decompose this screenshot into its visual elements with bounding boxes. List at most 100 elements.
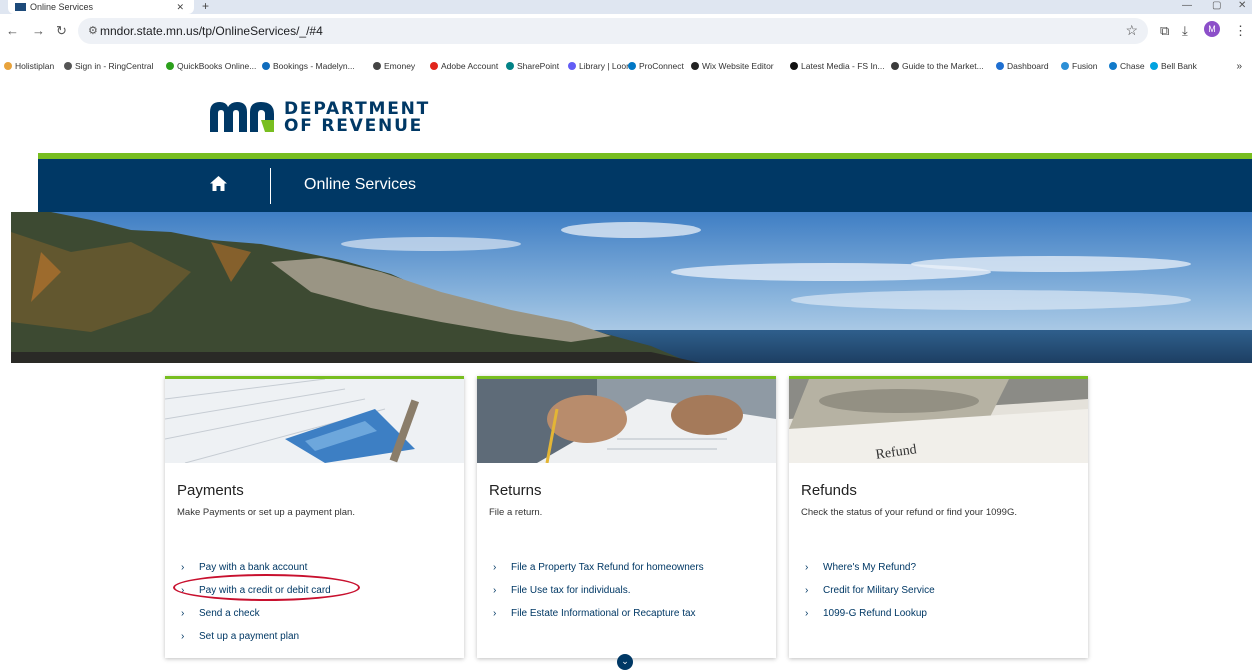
card-returns: Returns File a return. › File a Property … [477, 376, 776, 658]
bookmark-item[interactable]: Sign in - RingCentral [64, 61, 153, 71]
bookmark-favicon-icon [1061, 62, 1069, 70]
site-favicon-icon [15, 3, 26, 11]
bookmark-item[interactable]: Adobe Account [430, 61, 498, 71]
site-nav-bar: Online Services [38, 159, 1252, 212]
bookmark-favicon-icon [628, 62, 636, 70]
bookmarks-overflow-button[interactable]: » [1236, 61, 1242, 72]
bookmark-item[interactable]: Bookings - Madelyn... [262, 61, 355, 71]
card-description: File a return. [489, 507, 543, 518]
chevron-right-icon: › [181, 562, 185, 573]
reload-icon[interactable]: ↻ [56, 24, 67, 38]
bookmark-label: Wix Website Editor [702, 61, 774, 71]
bookmark-item[interactable]: Dashboard [996, 61, 1049, 71]
bookmark-favicon-icon [691, 62, 699, 70]
chevron-right-icon: › [181, 631, 185, 642]
new-tab-icon[interactable]: + [202, 0, 209, 12]
mn-revenue-logo[interactable]: DEPARTMENT OF REVENUE [208, 100, 438, 140]
address-bar-row: ← → ↻ ⚙ mndor.state.mn.us/tp/OnlineServi… [0, 14, 1252, 48]
refunds-card-image: Refund [789, 379, 1088, 463]
bookmark-label: ProConnect [639, 61, 684, 71]
bookmark-label: Chase [1120, 61, 1145, 71]
bookmark-item[interactable]: Emoney [373, 61, 415, 71]
bookmark-favicon-icon [506, 62, 514, 70]
bookmark-star-icon[interactable]: ☆ [1125, 22, 1138, 39]
card-title: Payments [177, 482, 244, 499]
tab-title: Online Services [30, 2, 94, 12]
bookmark-label: Emoney [384, 61, 416, 71]
url-omnibox[interactable]: ⚙ mndor.state.mn.us/tp/OnlineServices/_/… [78, 18, 1148, 44]
forward-icon[interactable]: → [32, 24, 45, 38]
bookmark-favicon-icon [568, 62, 576, 70]
nav-divider [270, 168, 271, 204]
card-title: Refunds [801, 482, 857, 499]
chevron-right-icon: › [805, 608, 809, 619]
link-1099g-lookup[interactable]: › 1099-G Refund Lookup [805, 607, 935, 630]
chevron-right-icon: › [805, 562, 809, 573]
bookmark-favicon-icon [373, 62, 381, 70]
bookmark-item[interactable]: Holistiplan [4, 61, 54, 71]
bookmark-favicon-icon [790, 62, 798, 70]
bookmark-item[interactable]: Wix Website Editor [691, 61, 774, 71]
scroll-down-icon[interactable]: ⌄ [617, 654, 633, 670]
bookmark-favicon-icon [262, 62, 270, 70]
bookmark-favicon-icon [1150, 62, 1158, 70]
url-text[interactable]: mndor.state.mn.us/tp/OnlineServices/_/#4 [100, 24, 323, 38]
extensions-icon[interactable]: ⧉ [1160, 23, 1169, 39]
bookmark-label: Bookings - Madelyn... [273, 61, 355, 71]
nav-title-online-services[interactable]: Online Services [304, 176, 416, 194]
browser-tab[interactable]: Online Services ✕ [8, 0, 194, 14]
chevron-right-icon: › [493, 585, 497, 596]
bookmark-favicon-icon [891, 62, 899, 70]
link-file-use-tax[interactable]: › File Use tax for individuals. [493, 584, 704, 607]
browser-menu-icon[interactable]: ⋮ [1234, 23, 1247, 39]
profile-avatar[interactable]: M [1204, 21, 1220, 37]
close-tab-icon[interactable]: ✕ [176, 0, 184, 14]
link-property-tax-refund[interactable]: › File a Property Tax Refund for homeowne… [493, 561, 704, 584]
minimize-icon[interactable]: — [1182, 0, 1192, 12]
browser-tab-bar: Online Services ✕ + — ▢ ✕ [0, 0, 1252, 14]
link-set-up-payment-plan[interactable]: › Set up a payment plan [181, 630, 331, 653]
bookmark-favicon-icon [1109, 62, 1117, 70]
bookmark-item[interactable]: Guide to the Market... [891, 61, 984, 71]
link-send-check[interactable]: › Send a check [181, 607, 331, 630]
card-payments: Payments Make Payments or set up a payme… [165, 376, 464, 658]
bookmark-favicon-icon [64, 62, 72, 70]
card-title: Returns [489, 482, 542, 499]
downloads-icon[interactable]: ⤓ [1182, 23, 1188, 39]
logo-text-line2: OF REVENUE [284, 116, 424, 136]
bookmark-favicon-icon [4, 62, 12, 70]
bookmark-label: Fusion [1072, 61, 1098, 71]
payments-card-image [165, 379, 464, 463]
bookmark-item[interactable]: QuickBooks Online... [166, 61, 256, 71]
card-refunds: Refund Refunds Check the status of your … [789, 376, 1088, 658]
bookmark-label: Dashboard [1007, 61, 1049, 71]
bookmark-item[interactable]: SharePoint [506, 61, 559, 71]
restore-icon[interactable]: ▢ [1212, 0, 1221, 12]
link-credit-military-service[interactable]: › Credit for Military Service [805, 584, 935, 607]
bookmark-label: Bell Bank [1161, 61, 1197, 71]
site-info-icon[interactable]: ⚙ [88, 24, 98, 37]
bookmark-item[interactable]: Fusion [1061, 61, 1098, 71]
card-description: Make Payments or set up a payment plan. [177, 507, 355, 518]
bookmark-favicon-icon [430, 62, 438, 70]
bookmark-item[interactable]: Chase [1109, 61, 1145, 71]
chevron-right-icon: › [805, 585, 809, 596]
bookmark-item[interactable]: Library | Loom [568, 61, 633, 71]
bookmark-label: Adobe Account [441, 61, 499, 71]
link-estate-informational[interactable]: › File Estate Informational or Recapture … [493, 607, 704, 630]
bookmark-label: Latest Media - FS In... [801, 61, 885, 71]
hero-landscape-image [11, 212, 1252, 363]
back-icon[interactable]: ← [6, 24, 19, 38]
bookmark-item[interactable]: Bell Bank [1150, 61, 1197, 71]
chevron-right-icon: › [493, 562, 497, 573]
home-icon[interactable] [210, 176, 227, 191]
chevron-right-icon: › [493, 608, 497, 619]
bookmark-favicon-icon [996, 62, 1004, 70]
returns-card-image [477, 379, 776, 463]
bookmarks-bar: » Holistiplan Sign in - RingCentral QuickB… [0, 58, 1252, 76]
bookmark-item[interactable]: ProConnect [628, 61, 684, 71]
close-window-icon[interactable]: ✕ [1238, 0, 1246, 12]
link-wheres-my-refund[interactable]: › Where's My Refund? [805, 561, 935, 584]
bookmark-item[interactable]: Latest Media - FS In... [790, 61, 885, 71]
chevron-right-icon: › [181, 608, 185, 619]
